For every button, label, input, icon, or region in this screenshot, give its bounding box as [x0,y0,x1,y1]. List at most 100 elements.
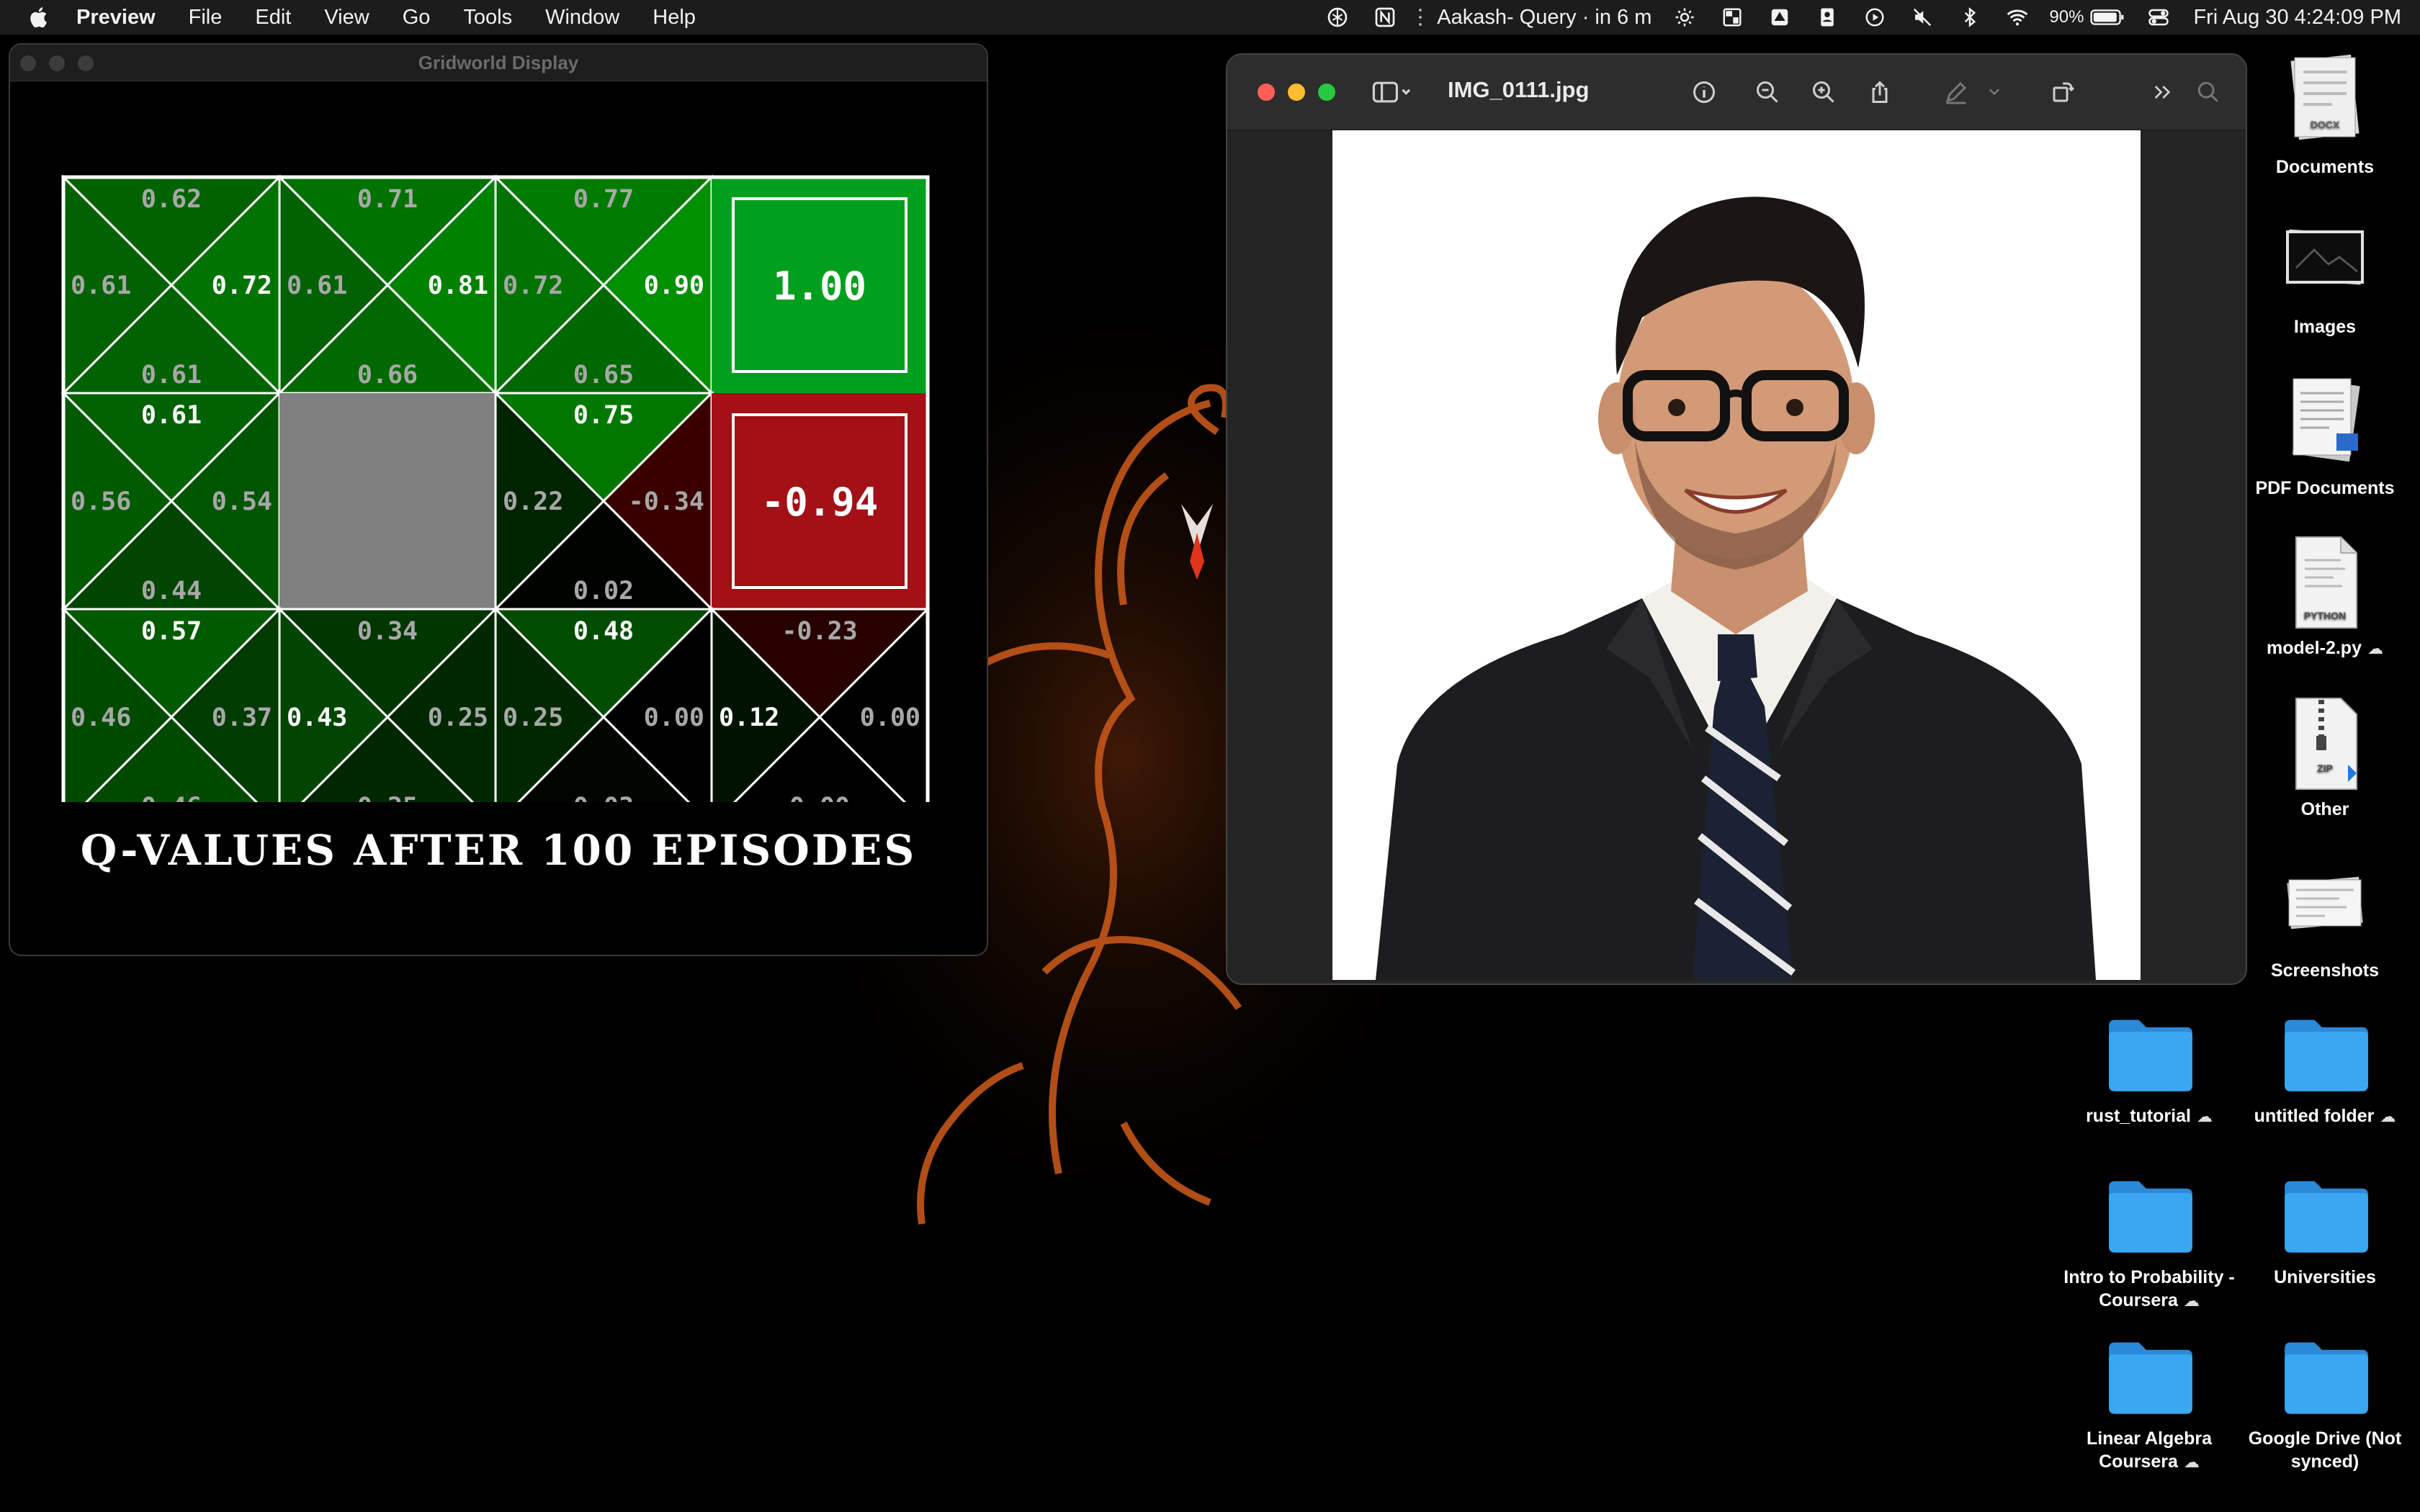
q-value-w: 0.56 [71,487,131,516]
zoom-out-icon[interactable] [1752,76,1783,108]
calendar-event-text[interactable]: Aakash- Query · in 6 m [1437,6,1652,30]
icloud-icon: ☁ [2367,639,2383,657]
window-manager-icon[interactable] [1718,5,1747,30]
desktop-folder[interactable]: Linear Algebra Coursera ☁ [2056,1338,2243,1474]
drive-icon[interactable] [1765,5,1794,30]
minimize-button[interactable] [49,55,65,71]
more-icon[interactable] [2146,76,2178,108]
screenshot-stack-icon [2282,854,2368,955]
zoom-button[interactable] [1318,84,1335,101]
desktop-item-label: model-2.py ☁ [2231,636,2419,660]
zoom-button[interactable] [78,55,94,71]
window-controls [1258,84,1335,101]
q-value-n: -0.23 [781,617,857,646]
desktop-folder[interactable]: Google Drive (Not synced) [2231,1338,2419,1473]
folder-icon [2106,1338,2192,1423]
q-value-e: 0.00 [644,703,704,732]
desktop-item-name: model-2.py [2267,638,2362,658]
preview-toolbar[interactable]: IMG_0111.jpg [1227,55,2246,130]
q-value-s: 0.66 [357,361,418,390]
terminal-value: 1.00 [773,264,866,309]
image-stack-icon [2282,210,2368,311]
sidebar-icon[interactable] [1367,76,1417,108]
menu-view[interactable]: View [324,6,369,30]
q-value-s: 0.25 [357,793,418,802]
q-value-n: 0.77 [573,185,634,214]
python-file-icon: PYTHON [2282,531,2368,632]
file-tag: PYTHON [2304,610,2346,621]
document-canvas[interactable] [1227,130,2246,984]
menu-file[interactable]: File [189,6,223,30]
q-value-n: 0.57 [141,617,202,646]
info-icon[interactable] [1688,76,1720,108]
apple-menu-icon[interactable] [27,5,52,30]
desktop-folder[interactable]: rust_tutorial ☁ [2056,1015,2243,1128]
contacts-icon[interactable] [1813,5,1842,30]
markup-icon[interactable] [1940,76,1972,108]
search-icon[interactable] [2192,76,2224,108]
desktop-item-label: Google Drive (Not synced) [2231,1427,2419,1473]
desktop-stack-other[interactable]: ZIP Other [2231,693,2419,821]
desktop-stack-pdf[interactable]: PDF Documents [2231,372,2419,500]
menu-window[interactable]: Window [545,6,619,30]
clock-datetime[interactable]: Fri Aug 30 4:24:09 PM [2193,6,2401,30]
folder-name: Intro to Probability - Coursera [2063,1267,2235,1310]
control-center-icon[interactable] [2144,5,2173,30]
pdf-stack-icon [2282,372,2368,472]
wifi-icon[interactable] [2003,5,2032,30]
desktop-item-label: Universities [2231,1266,2419,1289]
folder-icon [2106,1176,2192,1261]
battery-icon[interactable] [2089,5,2125,30]
desktop-stack-images[interactable]: Images [2231,210,2419,338]
menu-app-name[interactable]: Preview [76,6,156,30]
close-button[interactable] [20,55,36,71]
q-value-e: -0.34 [629,487,704,516]
minimize-button[interactable] [1288,84,1305,101]
folder-icon [2106,1015,2192,1100]
desktop-item-label: Images [2293,317,2357,337]
desktop-stack-screenshots[interactable]: Screenshots [2231,854,2419,982]
desktop-item-label: PDF Documents [2255,478,2395,498]
gridworld-window[interactable]: Gridworld Display 0.62 0.72 0.61 0.61 0.71 0.… [9,43,988,956]
desktop-folder[interactable]: untitled folder ☁ [2231,1015,2419,1128]
close-button[interactable] [1258,84,1275,101]
folder-name: untitled folder [2254,1106,2375,1126]
folder-icon [2282,1176,2368,1261]
share-icon[interactable] [1864,76,1896,108]
menu-help[interactable]: Help [653,6,696,30]
desktop-item-label: Documents [2275,157,2375,177]
menu-go[interactable]: Go [403,6,431,30]
q-value-e: 0.72 [212,271,272,300]
window-title: Gridworld Display [418,52,579,73]
desktop-folder[interactable]: Universities [2231,1176,2419,1289]
markup-dropdown-icon[interactable] [1984,76,2005,108]
grid-caption: Q-VALUES AFTER 100 EPISODES [80,826,917,875]
play-icon[interactable] [1860,5,1889,30]
document-title[interactable]: IMG_0111.jpg [1448,77,1589,103]
notion-icon[interactable] [1371,5,1399,30]
q-value-s: 0.02 [573,577,634,606]
desktop-file-model-2-py[interactable]: PYTHON model-2.py ☁ [2231,531,2419,660]
menu-tools[interactable]: Tools [463,6,512,30]
zoom-in-icon[interactable] [1808,76,1839,108]
rotate-icon[interactable] [2047,76,2079,108]
bluetooth-icon[interactable] [1955,5,1984,30]
preview-window[interactable]: IMG_0111.jpg [1226,53,2247,985]
zip-file-icon: ZIP [2282,693,2368,793]
q-value-e: 0.25 [428,703,488,732]
menu-edit[interactable]: Edit [255,6,291,30]
desktop-stack-documents[interactable]: DOCX Documents [2231,50,2419,179]
stack-tag: DOCX [2311,119,2340,130]
gridworld-titlebar[interactable]: Gridworld Display [10,45,987,81]
desktop-item-label: Screenshots [2270,960,2380,981]
battery-percent[interactable]: 90% [2049,7,2084,27]
folder-icon [2282,1015,2368,1100]
desktop-folder[interactable]: Intro to Probability - Coursera ☁ [2056,1176,2243,1313]
chatgpt-icon[interactable] [1323,5,1352,30]
folder-name: Google Drive (Not synced) [2248,1428,2402,1472]
wall-cell [279,393,496,609]
calendar-event-icon[interactable] [1415,5,1425,30]
brightness-icon[interactable] [1670,5,1699,30]
q-value-n: 0.71 [357,185,418,214]
mute-icon[interactable] [1908,5,1937,30]
